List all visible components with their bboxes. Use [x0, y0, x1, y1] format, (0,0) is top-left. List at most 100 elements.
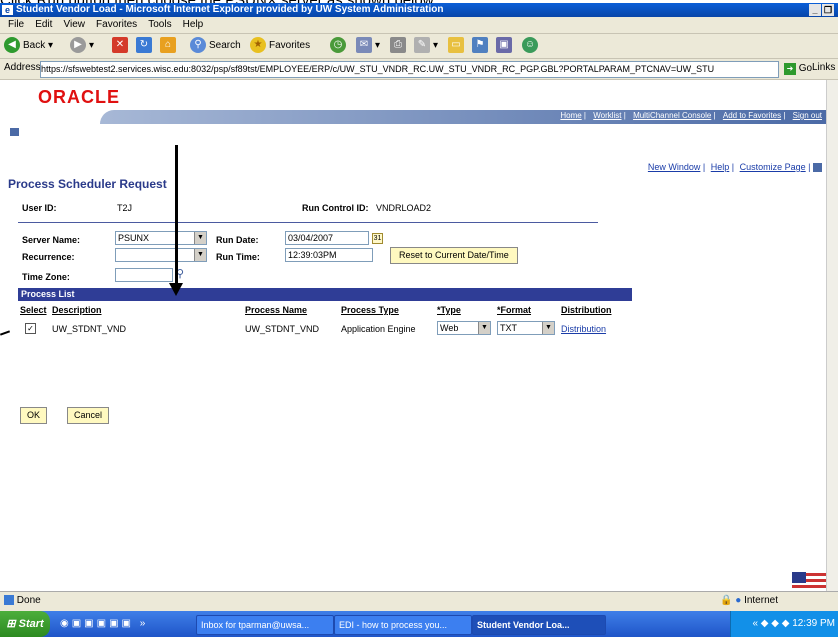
user-id-label: User ID: [22, 203, 57, 213]
col-process-type: Process Type [341, 305, 399, 315]
recurrence-select[interactable]: ▼ [115, 248, 207, 262]
messenger-button[interactable]: ▣ [496, 37, 515, 55]
nav-home[interactable]: Home [560, 111, 581, 120]
reset-date-time-button[interactable]: Reset to Current Date/Time [390, 247, 518, 264]
nav-multichannel-console[interactable]: MultiChannel Console [633, 111, 711, 120]
divider [18, 222, 598, 223]
vertical-scrollbar[interactable] [826, 80, 838, 591]
forward-button[interactable]: ▶ ▾ [70, 37, 94, 55]
lock-icon: 🔒 [720, 595, 733, 606]
home-button[interactable]: ⌂ [160, 37, 179, 55]
col-type: *Type [437, 305, 461, 315]
address-input[interactable]: https://sfswebtest2.services.wisc.edu:80… [40, 61, 779, 78]
mail-button[interactable]: ✉ ▾ [356, 37, 380, 55]
stop-button[interactable]: ✕ [112, 37, 131, 55]
run-date-input[interactable]: 03/04/2007 [285, 231, 369, 245]
nav-worklist[interactable]: Worklist [593, 111, 621, 120]
mail-icon: ✉ [356, 37, 372, 54]
col-process-name: Process Name [245, 305, 308, 315]
chevron-down-icon[interactable]: ▼ [194, 249, 206, 261]
distribution-link[interactable]: Distribution [561, 324, 606, 334]
address-label: Address [4, 62, 41, 73]
refresh-button[interactable]: ↻ [136, 37, 155, 55]
menu-favorites[interactable]: Favorites [96, 17, 137, 33]
type-select[interactable]: Web ▼ [437, 321, 491, 335]
print-button[interactable]: ⎙ [390, 37, 409, 55]
chevron-down-icon[interactable]: ▼ [542, 322, 554, 334]
time-zone-input[interactable] [115, 268, 173, 282]
menu-help[interactable]: Help [183, 17, 204, 33]
server-name-select[interactable]: PSUNX ▼ [115, 231, 207, 245]
menu-file[interactable]: File [8, 17, 24, 33]
row-process-type: Application Engine [341, 324, 416, 334]
search-icon: ⚲ [190, 37, 206, 54]
annotation-arrow-head [169, 283, 183, 296]
row-description: UW_STDNT_VND [52, 324, 127, 334]
browser-toolbar: ◀ Back ▾ ▶ ▾ ✕ ↻ ⌂ ⚲ Search ★ Favorites ◷ ✉ ▾… [0, 34, 838, 59]
task-edi[interactable]: EDI - how to process you... [334, 615, 472, 635]
nav-sign-out[interactable]: Sign out [793, 111, 822, 120]
window-icon: ▣ [496, 37, 512, 54]
menu-edit[interactable]: Edit [35, 17, 52, 33]
edit-button[interactable]: ✎ ▾ [414, 37, 438, 55]
process-list-header: Process List [18, 288, 632, 301]
history-button[interactable]: ◷ [330, 37, 349, 55]
cancel-button[interactable]: Cancel [67, 407, 110, 424]
windows-logo-icon: ⊞ [6, 618, 16, 630]
folder-button[interactable]: ▭ [448, 37, 467, 55]
chevron-down-icon[interactable]: ▼ [478, 322, 490, 334]
menu-view[interactable]: View [63, 17, 85, 33]
calendar-icon[interactable]: 31 [372, 233, 383, 244]
clock: 12:39 PM [792, 618, 835, 629]
restore-button[interactable]: ❐ [822, 4, 834, 16]
task-student-vendor-load[interactable]: Student Vendor Loa... [472, 615, 606, 635]
menu-toggle-icon[interactable] [10, 128, 19, 136]
task-inbox[interactable]: Inbox for tparman@uwsa... [196, 615, 334, 635]
search-button[interactable]: ⚲ Search [190, 37, 241, 55]
top-navigation: Home | Worklist | MultiChannel Console |… [560, 111, 822, 120]
ie-icon: e [2, 5, 13, 15]
globe-icon: ● [735, 595, 742, 606]
research-icon: ⚑ [472, 37, 488, 54]
go-button[interactable]: ➜ Go [784, 61, 812, 77]
run-time-label: Run Time: [216, 252, 260, 262]
system-tray: « ◆ ◆ ◆ 12:39 PM [730, 611, 838, 637]
new-window-link[interactable]: New Window [648, 162, 701, 172]
favorites-button[interactable]: ★ Favorites [250, 37, 310, 55]
row-process-name: UW_STDNT_VND [245, 324, 320, 334]
col-format: *Format [497, 305, 532, 315]
ok-button[interactable]: OK [20, 407, 48, 424]
nav-add-to-favorites[interactable]: Add to Favorites [723, 111, 781, 120]
minimize-button[interactable]: _ [809, 4, 821, 16]
star-icon: ★ [250, 37, 266, 54]
security-zone: 🔒 ● Internet [720, 595, 778, 606]
user-id-value: T2J [117, 203, 133, 213]
menu-bar: File Edit View Favorites Tools Help [0, 17, 838, 34]
recurrence-label: Recurrence: [22, 252, 75, 262]
people-icon: ☺ [522, 37, 538, 54]
page-content: ORACLE Home | Worklist | MultiChannel Co… [0, 80, 826, 591]
format-select[interactable]: TXT ▼ [497, 321, 555, 335]
page-title: Process Scheduler Request [8, 177, 167, 191]
run-date-label: Run Date: [216, 235, 259, 245]
chevron-down-icon[interactable]: ▼ [194, 232, 206, 244]
back-button[interactable]: ◀ Back ▾ [4, 37, 53, 55]
customize-page-link[interactable]: Customize Page [740, 162, 806, 172]
run-control-id-label: Run Control ID: [302, 203, 369, 213]
refresh-icon: ↻ [136, 37, 152, 54]
menu-tools[interactable]: Tools [148, 17, 171, 33]
help-link[interactable]: Help [711, 162, 730, 172]
stop-icon: ✕ [112, 37, 128, 54]
status-bar: Done 🔒 ● Internet [0, 591, 838, 611]
window-title: Student Vendor Load - Microsoft Internet… [16, 4, 444, 15]
links-button[interactable]: Links [812, 62, 835, 73]
start-button[interactable]: ⊞ Start [0, 611, 50, 637]
process-select-checkbox[interactable]: ✓ [25, 323, 36, 334]
research-button[interactable]: ⚑ [472, 37, 491, 55]
home-icon: ⌂ [160, 37, 176, 54]
run-time-input[interactable]: 12:39:03PM [285, 248, 373, 262]
people-button[interactable]: ☺ [522, 37, 541, 55]
windows-taskbar: ⊞ Start ◉▣▣▣▣▣ » Inbox for tparman@uwsa.… [0, 611, 838, 637]
print-page-icon[interactable] [813, 163, 822, 173]
quick-launch[interactable]: ◉▣▣▣▣▣ » [60, 618, 148, 629]
